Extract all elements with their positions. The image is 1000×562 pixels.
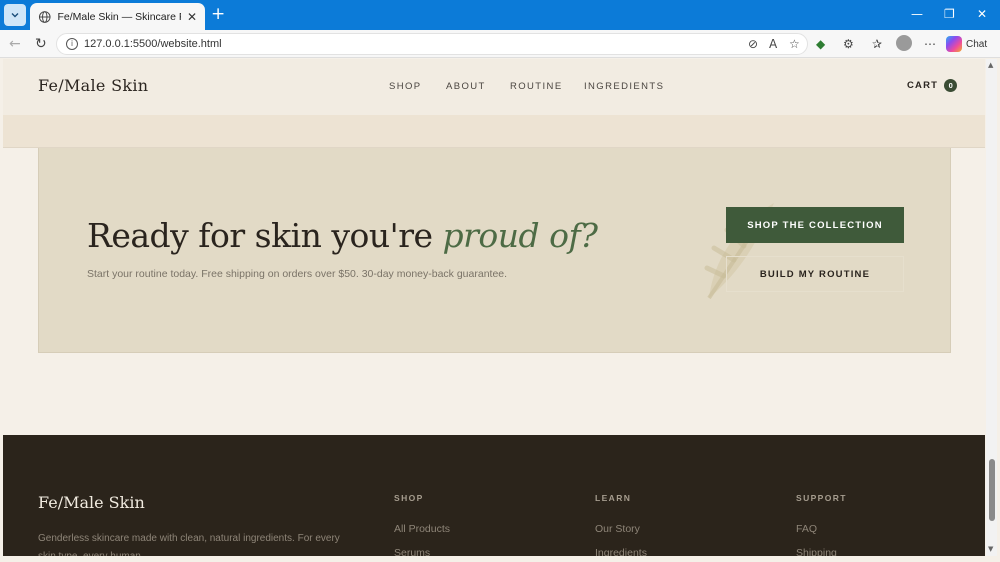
back-arrow-icon[interactable]: ←: [9, 36, 21, 52]
read-aloud-icon[interactable]: A: [769, 37, 777, 51]
site-header: Fe/Male Skin SHOP ABOUT ROUTINE INGREDIE…: [3, 59, 985, 115]
new-tab-button[interactable]: +: [211, 6, 225, 23]
chat-label: Chat: [966, 38, 988, 50]
close-tab-icon[interactable]: ✕: [187, 10, 197, 24]
section-divider-strip: [3, 115, 985, 148]
tab-title: Fe/Male Skin — Skincare For Every: [57, 10, 181, 23]
profile-avatar[interactable]: [896, 35, 912, 51]
restore-icon[interactable]: ❐: [944, 7, 955, 21]
globe-icon: [38, 10, 51, 23]
tab-actions-button[interactable]: [4, 4, 26, 26]
footer-heading: LEARN: [595, 493, 632, 503]
favorites-icon[interactable]: ✰: [872, 37, 882, 51]
favorite-star-icon[interactable]: ☆: [789, 37, 800, 51]
footer-link[interactable]: Our Story: [595, 523, 647, 535]
copilot-icon: [946, 36, 962, 52]
scrollbar-thumb[interactable]: [989, 459, 995, 521]
extension-icon[interactable]: ◆: [816, 37, 825, 51]
footer-column-support: SUPPORT FAQ Shipping: [796, 493, 847, 556]
scroll-down-icon[interactable]: ▼: [988, 545, 993, 553]
site-footer: Fe/Male Skin Genderless skincare made wi…: [3, 435, 985, 556]
scroll-up-icon[interactable]: ▲: [988, 61, 993, 69]
browser-tab-bar: Fe/Male Skin — Skincare For Every ✕ + — …: [0, 0, 1000, 30]
more-menu-icon[interactable]: ⋯: [924, 37, 936, 51]
nav-link-shop[interactable]: SHOP: [389, 81, 422, 92]
footer-description: Genderless skincare made with clean, nat…: [38, 533, 340, 556]
cart-count-badge: 0: [944, 79, 958, 92]
browser-tab-active[interactable]: Fe/Male Skin — Skincare For Every ✕: [30, 3, 205, 30]
extensions-puzzle-icon[interactable]: ⚙: [843, 37, 854, 51]
cart-label: CART: [907, 80, 939, 91]
nav-link-ingredients[interactable]: INGREDIENTS: [584, 81, 664, 92]
footer-heading: SUPPORT: [796, 493, 847, 503]
footer-link[interactable]: FAQ: [796, 523, 847, 535]
footer-link[interactable]: All Products: [394, 523, 450, 535]
copilot-chat-button[interactable]: Chat: [946, 34, 987, 54]
chevron-down-icon: [11, 13, 19, 18]
cta-section: Ready for skin you're proud of? Start yo…: [38, 148, 951, 353]
cta-headline-main: Ready for skin you're: [87, 216, 443, 255]
address-bar[interactable]: i 127.0.0.1:5500/website.html: [56, 33, 808, 55]
nav-link-about[interactable]: ABOUT: [446, 81, 486, 92]
url-text: 127.0.0.1:5500/website.html: [84, 38, 222, 50]
translate-icon[interactable]: ⊘: [748, 37, 758, 51]
page-scrollbar[interactable]: ▲ ▼: [986, 59, 997, 556]
footer-link[interactable]: Ingredients: [595, 547, 647, 556]
browser-toolbar: ← ↻ i 127.0.0.1:5500/website.html ⊘ A ☆ …: [0, 30, 1000, 58]
shop-collection-button[interactable]: SHOP THE COLLECTION: [726, 207, 904, 243]
footer-logo[interactable]: Fe/Male Skin: [38, 493, 145, 512]
build-routine-button[interactable]: BUILD MY ROUTINE: [726, 256, 904, 292]
footer-link[interactable]: Serums: [394, 547, 450, 556]
minimize-icon[interactable]: —: [911, 7, 923, 21]
cta-headline-emphasis: proud of?: [442, 216, 598, 255]
nav-link-routine[interactable]: ROUTINE: [510, 81, 563, 92]
footer-link[interactable]: Shipping: [796, 547, 847, 556]
page-viewport: Fe/Male Skin SHOP ABOUT ROUTINE INGREDIE…: [3, 59, 985, 556]
footer-column-learn: LEARN Our Story Ingredients: [595, 493, 647, 556]
cta-headline: Ready for skin you're proud of?: [87, 216, 598, 255]
refresh-icon[interactable]: ↻: [35, 36, 47, 52]
site-logo[interactable]: Fe/Male Skin: [38, 76, 148, 95]
footer-heading: SHOP: [394, 493, 424, 503]
cta-subtext: Start your routine today. Free shipping …: [87, 268, 508, 280]
footer-column-shop: SHOP All Products Serums: [394, 493, 450, 556]
cart-button[interactable]: CART 0: [907, 79, 958, 92]
site-info-icon[interactable]: i: [66, 38, 78, 50]
close-window-icon[interactable]: ✕: [977, 7, 987, 21]
